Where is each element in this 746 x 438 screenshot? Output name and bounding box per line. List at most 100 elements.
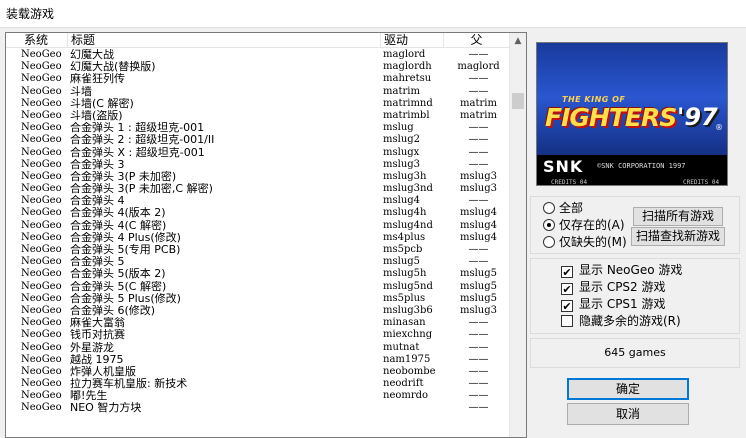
table-row[interactable]: NeoGeo 合金弹头 2 : 超级坦克-001/II mslug2 —— (6, 134, 510, 146)
table-row[interactable]: NeoGeo 幻魔大战 maglord —— (6, 49, 510, 61)
cell-system: NeoGeo (21, 268, 62, 280)
scan-all-button[interactable]: 扫描所有游戏 (633, 207, 723, 226)
option-show-neogeo[interactable]: ✔ 显示 NeoGeo 游戏 (561, 262, 682, 278)
cell-title: 合金弹头 5 Plus(修改) (70, 292, 181, 305)
checkbox-show-cps2[interactable]: ✔ (561, 283, 573, 295)
option-hide-extra[interactable]: 隐藏多余的游戏(R) (561, 313, 681, 329)
table-row[interactable]: NeoGeo 合金弹头 5(专用 PCB) ms5pcb —— (6, 244, 510, 256)
scroll-up-arrow-icon[interactable]: ▲ (510, 33, 526, 50)
cell-system: NeoGeo (21, 329, 62, 341)
cell-title: NEO 智力方块 (70, 402, 142, 415)
table-row[interactable]: NeoGeo 越战 1975 nam1975 —— (6, 354, 510, 366)
cell-system: NeoGeo (21, 317, 62, 329)
table-row[interactable]: NeoGeo 外星游龙 mutnat —— (6, 342, 510, 354)
scan-new-button[interactable]: 扫描查找新游戏 (631, 227, 725, 246)
radio-missing-indicator[interactable] (543, 236, 555, 248)
table-row[interactable]: NeoGeo 合金弹头 4(版本 2) mslug4h mslug4 (6, 207, 510, 219)
table-row[interactable]: NeoGeo 合金弹头 1 : 超级坦克-001 mslug —— (6, 122, 510, 134)
cell-parent: mslug3 (459, 183, 498, 195)
radio-existing-indicator[interactable] (543, 219, 555, 231)
table-row[interactable]: NeoGeo 嘟!先生 neomrdo —— (6, 390, 510, 402)
preview-credits-right: CREDITS 04 (683, 179, 720, 186)
cell-system: NeoGeo (21, 341, 62, 353)
table-row[interactable]: NeoGeo 炸弹人机皇版 neobombe —— (6, 366, 510, 378)
cell-system: NeoGeo (21, 183, 62, 195)
cell-system: NeoGeo (21, 109, 62, 121)
column-header-system[interactable]: 系统 (6, 33, 68, 48)
cell-title: 合金弹头 4 Plus(修改) (70, 231, 181, 244)
cancel-button[interactable]: 取消 (567, 403, 689, 425)
table-row[interactable]: NeoGeo 合金弹头 3(P 未加密) mslug3h mslug3 (6, 171, 510, 183)
table-row[interactable]: NeoGeo 合金弹头 3 mslug3 —— (6, 159, 510, 171)
checkbox-show-cps1[interactable]: ✔ (561, 300, 573, 312)
option-hide-extra-label: 隐藏多余的游戏(R) (579, 314, 681, 328)
cell-driver: matrim (383, 85, 420, 97)
checkbox-show-neogeo[interactable]: ✔ (561, 266, 573, 278)
table-row[interactable]: NeoGeo 麻雀大富翁 minasan —— (6, 317, 510, 329)
table-row[interactable]: NeoGeo 幻魔大战(替换版) maglordh maglord (6, 61, 510, 73)
column-header-driver[interactable]: 驱动 (381, 33, 444, 48)
column-header-title[interactable]: 标题 (68, 33, 381, 48)
cell-parent: —— (468, 317, 489, 329)
column-header-parent[interactable]: 父 (444, 33, 510, 48)
option-show-cps1[interactable]: ✔ 显示 CPS1 游戏 (561, 296, 666, 312)
preview-brand: SNK (543, 157, 584, 176)
cell-parent: —— (468, 365, 489, 377)
ok-button[interactable]: 确定 (567, 378, 689, 400)
radio-missing[interactable]: 仅缺失的(M) (543, 234, 627, 250)
cell-title: 合金弹头 3 (70, 158, 125, 171)
cell-title: 麻雀狂列传 (70, 73, 125, 86)
table-row[interactable]: NeoGeo 合金弹头 5 Plus(修改) ms5plus mslug5 (6, 293, 510, 305)
cell-system: NeoGeo (21, 146, 62, 158)
table-row[interactable]: NeoGeo 合金弹头 5 mslug5 —— (6, 256, 510, 268)
cell-parent: mslug4 (459, 231, 498, 243)
cell-title: 斗墙(盗版) (70, 109, 123, 122)
cell-driver: matrimbl (383, 109, 430, 121)
cell-system: NeoGeo (21, 390, 62, 402)
cell-system: NeoGeo (21, 134, 62, 146)
table-row[interactable]: NeoGeo 合金弹头 4(C 解密) mslug4nd mslug4 (6, 220, 510, 232)
table-row[interactable]: NeoGeo 合金弹头 X : 超级坦克-001 mslugx —— (6, 147, 510, 159)
checkbox-hide-extra[interactable] (561, 315, 573, 327)
cell-title: 越战 1975 (70, 353, 124, 366)
table-row[interactable]: NeoGeo 拉力赛车机皇版: 新技术 neodrift —— (6, 378, 510, 390)
scrollbar-thumb[interactable] (512, 93, 524, 109)
cell-driver: mslug2 (383, 134, 421, 146)
list-scrollbar[interactable]: ▲ (509, 33, 526, 437)
title-bar: 装载游戏 (0, 0, 746, 28)
preview-logo-number: '97 (677, 103, 718, 131)
table-row[interactable]: NeoGeo 麻雀狂列传 mahretsu —— (6, 73, 510, 85)
radio-all-indicator[interactable] (543, 202, 555, 214)
cell-parent: —— (468, 134, 489, 146)
cell-parent: mslug5 (459, 292, 498, 304)
cell-parent: mslug3 (459, 170, 498, 182)
table-row[interactable]: NeoGeo 斗墙(盗版) matrimbl matrim (6, 110, 510, 122)
cell-title: 合金弹头 5(C 解密) (70, 280, 167, 293)
table-row[interactable]: NeoGeo 斗墙 matrim —— (6, 86, 510, 98)
radio-existing[interactable]: 仅存在的(A) (543, 217, 625, 233)
radio-missing-label: 仅缺失的(M) (559, 235, 627, 249)
option-show-cps2[interactable]: ✔ 显示 CPS2 游戏 (561, 279, 666, 295)
table-row[interactable]: NeoGeo 斗墙(C 解密) matrimnd matrim (6, 98, 510, 110)
cell-driver: mslug5h (383, 268, 427, 280)
table-row[interactable]: NeoGeo 合金弹头 4 Plus(修改) ms4plus mslug4 (6, 232, 510, 244)
cell-driver: mslug4h (383, 207, 427, 219)
table-row[interactable]: NeoGeo 合金弹头 3(P 未加密,C 解密) mslug3nd mslug3 (6, 183, 510, 195)
table-row[interactable]: NeoGeo NEO 智力方块 —— (6, 402, 510, 414)
table-row[interactable]: NeoGeo 合金弹头 5(版本 2) mslug5h mslug5 (6, 268, 510, 280)
cell-title: 合金弹头 6(修改) (70, 304, 156, 317)
cell-title: 麻雀大富翁 (70, 317, 125, 330)
cell-driver: maglordh (383, 61, 432, 73)
table-row[interactable]: NeoGeo 合金弹头 5(C 解密) mslug5nd mslug5 (6, 281, 510, 293)
cell-driver: mslug4 (383, 195, 421, 207)
cell-driver: mslug5nd (383, 280, 433, 292)
table-row[interactable]: NeoGeo 钱币对抗赛 miexchng —— (6, 329, 510, 341)
cell-driver: maglord (383, 49, 426, 60)
game-list[interactable]: 系统 标题 驱动 父 NeoGeo 幻魔大战 maglord —— NeoGeo 幻魔大战… (5, 32, 527, 438)
radio-all[interactable]: 全部 (543, 200, 583, 216)
table-row[interactable]: NeoGeo 合金弹头 4 mslug4 —— (6, 195, 510, 207)
table-row[interactable]: NeoGeo 合金弹头 6(修改) mslug3b6 mslug3 (6, 305, 510, 317)
options-group: ✔ 显示 NeoGeo 游戏 ✔ 显示 CPS2 游戏 ✔ 显示 CPS1 游戏 隐藏… (530, 258, 740, 334)
cell-title: 合金弹头 4(C 解密) (70, 219, 167, 232)
cell-driver: neobombe (383, 365, 436, 377)
